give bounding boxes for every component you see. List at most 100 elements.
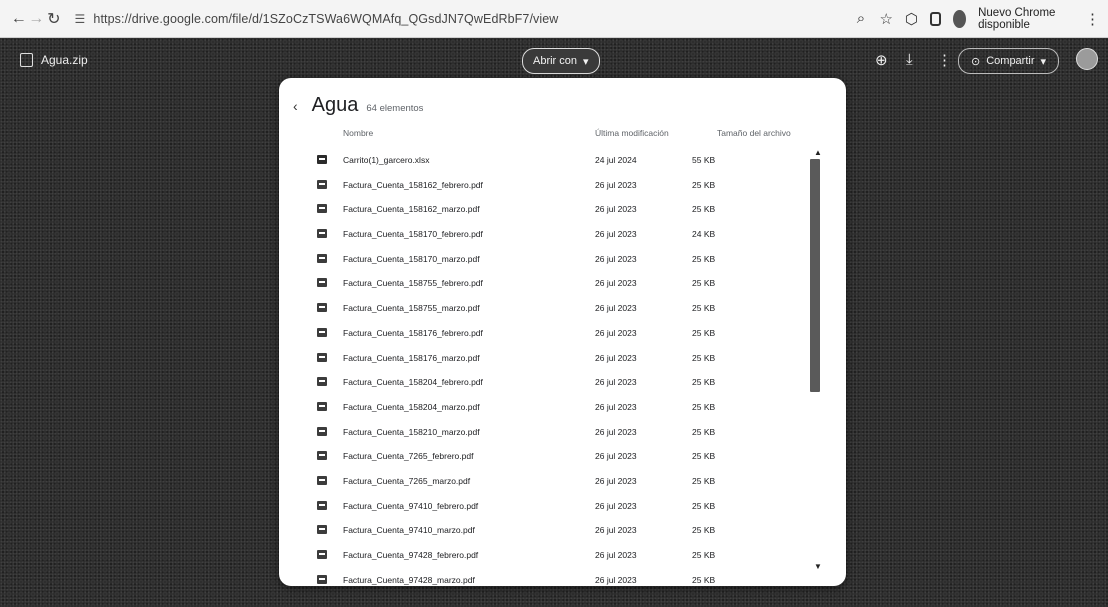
file-row[interactable]: Factura_Cuenta_158210_marzo.pdf 26 jul 20…	[279, 420, 846, 445]
file-row[interactable]: Factura_Cuenta_158755_marzo.pdf 26 jul 20…	[279, 296, 846, 321]
update-chrome-button[interactable]: Nuevo Chrome disponible	[978, 7, 1073, 31]
file-row[interactable]: Factura_Cuenta_158204_marzo.pdf 26 jul 20…	[279, 395, 846, 420]
file-name: Factura_Cuenta_97428_marzo.pdf	[343, 574, 475, 585]
scroll-up-arrow-icon[interactable]: ▲	[814, 148, 822, 157]
back-chevron-icon[interactable]: ‹	[293, 98, 298, 114]
file-row[interactable]: Factura_Cuenta_158204_febrero.pdf 26 jul …	[279, 370, 846, 395]
file-size: 25 KB	[692, 525, 716, 536]
pdf-file-icon	[317, 327, 327, 337]
column-size: Tamaño del archivo	[717, 128, 791, 138]
kebab-menu-icon[interactable]: ⋮	[1085, 10, 1100, 28]
account-avatar[interactable]	[1076, 48, 1098, 70]
add-shortcut-icon[interactable]: ⊕	[875, 51, 888, 69]
forward-arrow-icon[interactable]: →	[28, 10, 46, 28]
pdf-file-icon	[317, 426, 327, 436]
lock-icon: ⊙	[971, 55, 981, 68]
file-size: 25 KB	[692, 377, 716, 388]
file-row[interactable]: Factura_Cuenta_158176_febrero.pdf 26 jul …	[279, 321, 846, 346]
file-name: Factura_Cuenta_158176_marzo.pdf	[343, 352, 480, 363]
file-size: 25 KB	[692, 574, 716, 585]
column-modified: Última modificación	[595, 128, 669, 138]
item-count: 64 elementos	[366, 103, 424, 114]
file-modified: 26 jul 2023	[595, 426, 637, 437]
file-size: 25 KB	[692, 303, 716, 314]
file-modified: 26 jul 2023	[595, 574, 637, 585]
file-modified: 26 jul 2023	[595, 352, 637, 363]
scrollbar-thumb[interactable]	[810, 159, 820, 392]
file-name: Factura_Cuenta_158176_febrero.pdf	[343, 327, 483, 338]
file-name: Factura_Cuenta_7265_marzo.pdf	[343, 475, 471, 486]
file-modified: 24 jul 2024	[595, 155, 637, 165]
spreadsheet-file-icon	[317, 155, 327, 164]
file-size: 25 KB	[692, 278, 716, 289]
file-row[interactable]: Factura_Cuenta_7265_febrero.pdf 26 jul 20…	[279, 444, 846, 469]
file-modified: 26 jul 2023	[595, 253, 637, 264]
pdf-file-icon	[317, 451, 327, 461]
file-modified: 26 jul 2023	[595, 550, 637, 560]
share-button[interactable]: ⊙ Compartir ▾	[958, 48, 1060, 74]
file-modified: 26 jul 2023	[595, 525, 637, 536]
file-modified: 26 jul 2023	[595, 475, 637, 486]
side-panel-icon[interactable]	[930, 11, 942, 26]
file-modified: 26 jul 2023	[595, 179, 637, 190]
file-name: Carrito(1)_garcero.xlsx	[343, 155, 430, 165]
file-row[interactable]: Carrito(1)_garcero.xlsx 24 jul 2024 55 KB	[279, 148, 846, 173]
file-row[interactable]: Factura_Cuenta_97410_marzo.pdf 26 jul 202…	[279, 518, 846, 543]
pdf-file-icon	[317, 303, 327, 313]
more-options-icon[interactable]: ⋮	[937, 51, 952, 69]
file-row[interactable]: Factura_Cuenta_158162_marzo.pdf 26 jul 20…	[279, 197, 846, 222]
file-row[interactable]: Factura_Cuenta_158162_febrero.pdf 26 jul …	[279, 173, 846, 198]
file-row[interactable]: Factura_Cuenta_158170_febrero.pdf 26 jul …	[279, 222, 846, 247]
file-row[interactable]: Factura_Cuenta_97428_marzo.pdf 26 jul 202…	[279, 568, 846, 586]
pdf-file-icon	[317, 179, 327, 189]
pdf-file-icon	[317, 253, 327, 263]
file-size: 25 KB	[692, 550, 716, 560]
browser-toolbar: ← → ↻ ☰ https://drive.google.com/file/d/…	[0, 0, 1108, 38]
pdf-file-icon	[317, 352, 327, 362]
profile-avatar[interactable]	[953, 9, 967, 28]
file-title-text: Agua.zip	[41, 53, 88, 67]
scroll-down-arrow-icon[interactable]: ▼	[814, 562, 822, 571]
chevron-down-icon: ▾	[1040, 55, 1047, 68]
file-row[interactable]: Factura_Cuenta_7265_marzo.pdf 26 jul 2023…	[279, 469, 846, 494]
file-modified: 26 jul 2023	[595, 229, 637, 240]
file-modified: 26 jul 2023	[595, 451, 637, 462]
zoom-icon[interactable]: ⌕	[855, 10, 868, 27]
pdf-file-icon	[317, 525, 327, 535]
file-name: Factura_Cuenta_158204_febrero.pdf	[343, 377, 483, 388]
file-size: 25 KB	[692, 253, 716, 264]
zip-file-icon	[20, 53, 33, 67]
file-row[interactable]: Factura_Cuenta_158170_marzo.pdf 26 jul 20…	[279, 247, 846, 272]
file-size: 55 KB	[692, 155, 716, 165]
file-row[interactable]: Factura_Cuenta_97428_febrero.pdf 26 jul 2…	[279, 543, 846, 568]
open-with-button[interactable]: Abrir con ▾	[522, 48, 600, 74]
file-name: Factura_Cuenta_158210_marzo.pdf	[343, 426, 480, 437]
file-size: 25 KB	[692, 475, 716, 486]
file-name: Factura_Cuenta_7265_febrero.pdf	[343, 451, 474, 462]
file-row[interactable]: Factura_Cuenta_158755_febrero.pdf 26 jul …	[279, 271, 846, 296]
bookmark-star-icon[interactable]: ☆	[879, 10, 892, 28]
file-row[interactable]: Factura_Cuenta_158176_marzo.pdf 26 jul 20…	[279, 346, 846, 371]
pdf-file-icon	[317, 278, 327, 288]
file-name: Factura_Cuenta_158755_febrero.pdf	[343, 278, 483, 289]
file-modified: 26 jul 2023	[595, 377, 637, 388]
file-row[interactable]: Factura_Cuenta_97410_febrero.pdf 26 jul 2…	[279, 494, 846, 519]
file-name: Factura_Cuenta_97428_febrero.pdf	[343, 550, 479, 560]
file-name: Factura_Cuenta_97410_marzo.pdf	[343, 525, 475, 536]
file-name: Factura_Cuenta_158162_febrero.pdf	[343, 179, 483, 190]
download-icon[interactable]: ⤓	[906, 51, 913, 68]
file-name: Factura_Cuenta_158170_febrero.pdf	[343, 229, 483, 240]
extensions-icon[interactable]: ⬡	[905, 10, 918, 28]
panel-header: ‹ Agua 64 elementos	[293, 94, 423, 117]
reload-icon[interactable]: ↻	[45, 9, 63, 29]
share-label: Compartir	[986, 55, 1035, 67]
back-arrow-icon[interactable]: ←	[10, 10, 28, 28]
folder-title: Agua	[311, 94, 359, 116]
pdf-file-icon	[317, 229, 327, 239]
file-size: 25 KB	[692, 426, 716, 437]
file-name: Factura_Cuenta_97410_febrero.pdf	[343, 500, 479, 511]
file-size: 25 KB	[692, 401, 716, 412]
address-bar[interactable]: ☰ https://drive.google.com/file/d/1SZoCz…	[75, 6, 855, 32]
pdf-file-icon	[317, 204, 327, 214]
site-settings-icon[interactable]: ☰	[75, 12, 86, 26]
